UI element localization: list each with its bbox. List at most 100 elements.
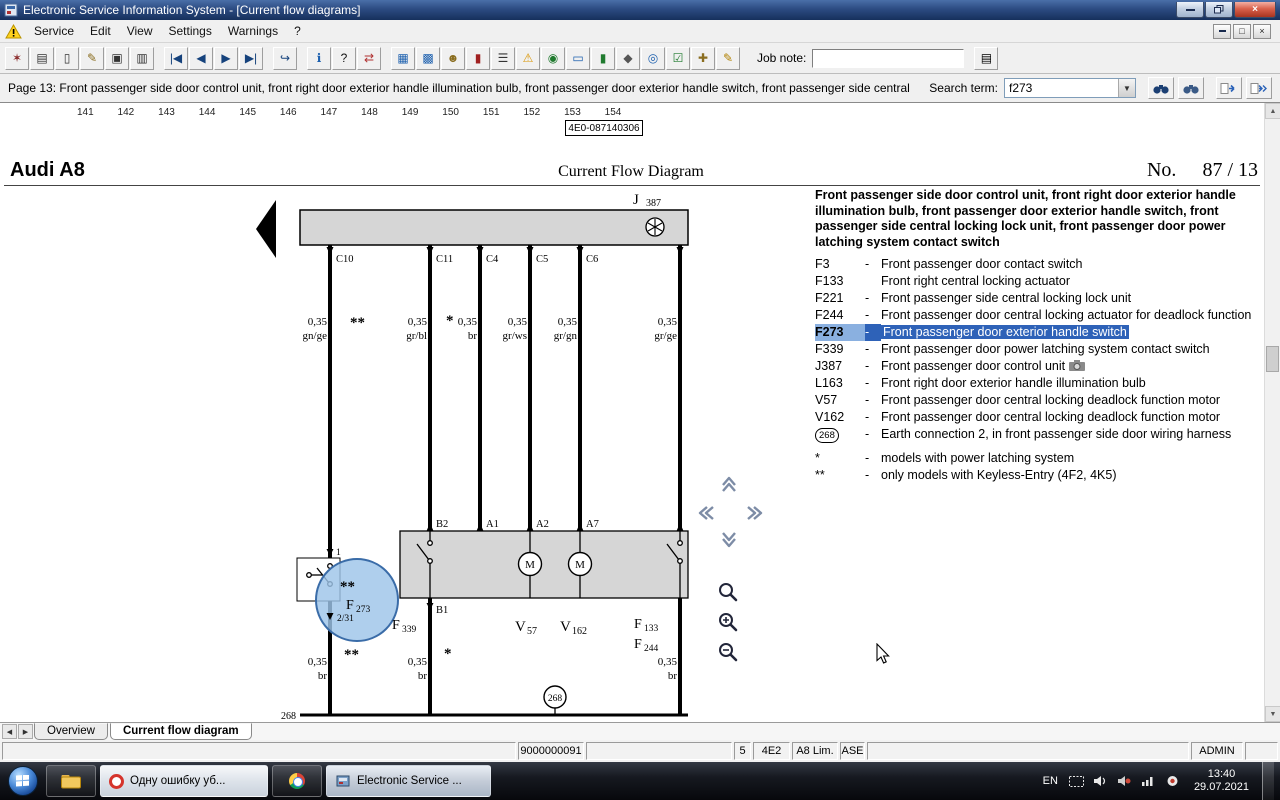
opera-icon	[109, 774, 124, 789]
close-button[interactable]: ×	[1234, 2, 1276, 18]
contacts-button[interactable]: ☻	[441, 47, 465, 70]
list-button[interactable]: ☰	[491, 47, 515, 70]
legend-row-l163[interactable]: L163-Front right door exterior handle il…	[815, 375, 1262, 392]
zoom-window-button[interactable]	[716, 581, 740, 605]
minimize-button[interactable]	[1176, 2, 1204, 18]
explorer-button[interactable]	[46, 765, 96, 797]
svg-text:339: 339	[402, 625, 417, 635]
legend-row-f221[interactable]: F221-Front passenger side central lockin…	[815, 290, 1262, 307]
help-button[interactable]: ?	[332, 47, 356, 70]
svg-text:2/31: 2/31	[337, 614, 354, 624]
legend-panel: Front passenger side door control unit, …	[815, 188, 1262, 484]
app-icon	[4, 3, 18, 17]
mixer-icon[interactable]	[1116, 773, 1133, 789]
print-list-button[interactable]: ▥	[130, 47, 154, 70]
scroll-down-button[interactable]: ▼	[1265, 706, 1280, 722]
legend-row-f273-selected[interactable]: F273-Front passenger door exterior handl…	[815, 324, 1262, 341]
warnings-button[interactable]: ⚠	[516, 47, 540, 70]
chrome-button[interactable]	[272, 765, 322, 797]
ruler-number: 142	[106, 107, 147, 118]
tab-current-flow-diagram[interactable]: Current flow diagram	[110, 723, 252, 740]
pan-right-button[interactable]	[744, 503, 766, 525]
scroll-up-button[interactable]: ▲	[1265, 103, 1280, 119]
menu-edit[interactable]: Edit	[82, 21, 119, 41]
status-type-cell: 4E2	[753, 742, 790, 760]
task-browser-window[interactable]: Одну ошибку уб...	[100, 765, 268, 797]
web-button[interactable]: ◉	[541, 47, 565, 70]
legend-row-f244[interactable]: F244-Front passenger door central lockin…	[815, 307, 1262, 324]
mdi-minimize-button[interactable]	[1213, 24, 1231, 39]
search-up-button[interactable]	[1178, 77, 1204, 99]
job-note-window-button[interactable]: ▤	[974, 47, 998, 70]
manual-button[interactable]: ▮	[591, 47, 615, 70]
print-button[interactable]: ▤	[30, 47, 54, 70]
language-indicator[interactable]: EN	[1040, 775, 1061, 787]
show-desktop-button[interactable]	[1262, 762, 1274, 800]
start-button[interactable]	[2, 762, 44, 800]
combo-dropdown-button[interactable]: ▼	[1118, 79, 1135, 97]
legend-row-j387[interactable]: J387-Front passenger door control unit	[815, 358, 1262, 375]
tab-scroll-left-button[interactable]: ◀	[2, 724, 17, 739]
volume-icon[interactable]	[1092, 773, 1109, 789]
stamp-button[interactable]: ✶	[5, 47, 29, 70]
menu-help[interactable]: ?	[286, 21, 309, 41]
scrollbar-thumb[interactable]	[1266, 346, 1279, 372]
mdi-close-button[interactable]: ×	[1253, 24, 1271, 39]
new-document-button[interactable]: ▯	[55, 47, 79, 70]
legend-row-v57[interactable]: V57-Front passenger door central locking…	[815, 392, 1262, 409]
pan-up-button[interactable]	[718, 474, 740, 496]
vertical-scrollbar[interactable]: ▲ ▼	[1264, 103, 1280, 722]
menu-view[interactable]: View	[119, 21, 161, 41]
mdi-restore-button[interactable]: □	[1233, 24, 1251, 39]
page-bar: Page 13: Front passenger side door contr…	[0, 74, 1280, 103]
vehicle-button[interactable]: ◆	[616, 47, 640, 70]
legend-row-earth-268[interactable]: 268-Earth connection 2, in front passeng…	[815, 426, 1262, 443]
notification-icon[interactable]	[1164, 773, 1181, 789]
network-icon[interactable]	[1140, 773, 1157, 789]
next-page-button[interactable]: ▶	[214, 47, 238, 70]
document-table-button[interactable]: ▦	[391, 47, 415, 70]
transfer-button[interactable]: ⇄	[357, 47, 381, 70]
pan-left-button[interactable]	[695, 503, 717, 525]
info-button[interactable]: ℹ	[307, 47, 331, 70]
pan-down-button[interactable]	[718, 530, 740, 552]
checklist-button[interactable]: ☑	[666, 47, 690, 70]
key-button[interactable]: ✚	[691, 47, 715, 70]
legend-row-f339[interactable]: F339-Front passenger door power latching…	[815, 341, 1262, 358]
menu-settings[interactable]: Settings	[161, 21, 220, 41]
search-term-input[interactable]	[1005, 79, 1118, 97]
zoom-in-button[interactable]	[716, 611, 740, 635]
magnifier-minus-icon	[717, 641, 739, 663]
copy-document-button[interactable]: ▣	[105, 47, 129, 70]
search-down-button[interactable]	[1148, 77, 1174, 99]
legend-row-f133[interactable]: F133Front right central locking actuator	[815, 273, 1262, 290]
legend-row-f3[interactable]: F3-Front passenger door contact switch	[815, 256, 1262, 273]
camera-icon[interactable]	[1069, 360, 1085, 371]
task-electronic-service[interactable]: Electronic Service ...	[326, 765, 491, 797]
last-page-button[interactable]: ▶|	[239, 47, 263, 70]
edit-document-button[interactable]: ✎	[80, 47, 104, 70]
monitor-button[interactable]: ▭	[566, 47, 590, 70]
menu-warnings[interactable]: Warnings	[220, 21, 286, 41]
zoom-out-button[interactable]	[716, 641, 740, 665]
user-search-button[interactable]: ◎	[641, 47, 665, 70]
touch-keyboard-icon[interactable]	[1068, 773, 1085, 789]
menu-service[interactable]: Service	[26, 21, 82, 41]
goto-last-document-button[interactable]	[1246, 77, 1272, 99]
legend-row-v162[interactable]: V162-Front passenger door central lockin…	[815, 409, 1262, 426]
bookmark-button[interactable]: ▮	[466, 47, 490, 70]
wiring-diagram: J 387	[0, 103, 812, 722]
previous-page-button[interactable]: ◀	[189, 47, 213, 70]
tab-overview[interactable]: Overview	[34, 723, 108, 740]
back-jump-button[interactable]: ↪	[273, 47, 297, 70]
motor-v162-symbol: M	[569, 531, 592, 598]
goto-next-document-button[interactable]	[1216, 77, 1242, 99]
note-edit-button[interactable]: ✎	[716, 47, 740, 70]
restore-button[interactable]	[1205, 2, 1233, 18]
clock[interactable]: 13:40 29.07.2021	[1188, 768, 1255, 794]
tab-scroll-right-button[interactable]: ▶	[18, 724, 33, 739]
first-page-button[interactable]: |◀	[164, 47, 188, 70]
document-grid-button[interactable]: ▩	[416, 47, 440, 70]
svg-text:0,35: 0,35	[408, 656, 428, 668]
job-note-input[interactable]	[812, 49, 964, 68]
